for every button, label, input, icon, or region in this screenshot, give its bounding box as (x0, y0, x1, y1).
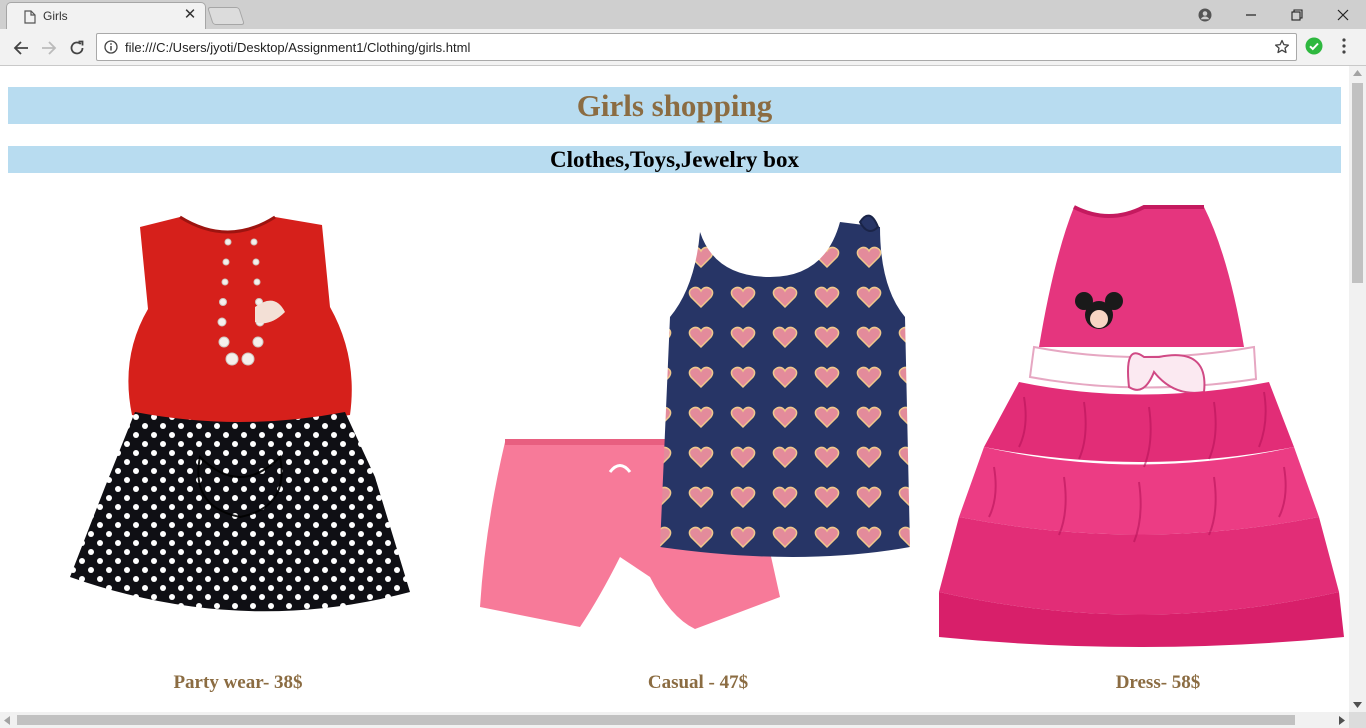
reload-icon (70, 40, 84, 55)
page-title: Girls shopping (8, 87, 1341, 124)
product-caption-dress: Dress- 58$ (1115, 672, 1201, 693)
scroll-right-arrow-icon[interactable] (1339, 716, 1345, 725)
product-caption-party-wear: Party wear- 38$ (173, 672, 303, 693)
close-window-button[interactable] (1320, 0, 1366, 29)
vertical-scroll-thumb[interactable] (1352, 83, 1363, 283)
scroll-left-arrow-icon[interactable] (4, 716, 10, 725)
address-bar[interactable]: file:///C:/Users/jyoti/Desktop/Assignmen… (96, 33, 1297, 61)
product-image-dress[interactable] (934, 197, 1349, 649)
new-tab-button[interactable] (207, 7, 245, 25)
vertical-scrollbar[interactable] (1349, 66, 1366, 712)
tab-strip: Girls ✕ (0, 0, 1366, 29)
forward-arrow-icon (42, 41, 57, 55)
browser-tab[interactable]: Girls ✕ (6, 2, 206, 29)
horizontal-scroll-thumb[interactable] (17, 715, 1295, 725)
forward-button[interactable] (37, 36, 61, 60)
profile-icon[interactable] (1182, 0, 1228, 29)
reload-button[interactable] (65, 36, 89, 60)
restore-button[interactable] (1274, 0, 1320, 29)
browser-toolbar: file:///C:/Users/jyoti/Desktop/Assignmen… (0, 29, 1366, 66)
product-image-party-wear[interactable] (60, 197, 420, 647)
minimize-button[interactable] (1228, 0, 1274, 29)
scrollbar-corner (1349, 712, 1366, 728)
close-tab-icon[interactable]: ✕ (183, 7, 197, 22)
info-icon[interactable] (104, 40, 118, 54)
bookmark-star-icon[interactable] (1274, 39, 1290, 55)
back-arrow-icon (13, 41, 28, 55)
page-subtitle: Clothes,Toys,Jewelry box (8, 146, 1341, 173)
back-button[interactable] (9, 36, 33, 60)
document-icon (24, 10, 36, 24)
product-image-casual[interactable] (470, 197, 930, 647)
scroll-up-arrow-icon[interactable] (1353, 70, 1362, 76)
extension-check-icon[interactable] (1305, 37, 1323, 55)
tab-title: Girls (43, 9, 68, 23)
horizontal-scrollbar[interactable] (0, 712, 1349, 728)
menu-kebab-icon[interactable] (1336, 37, 1352, 55)
url-text[interactable]: file:///C:/Users/jyoti/Desktop/Assignmen… (125, 40, 470, 55)
scroll-down-arrow-icon[interactable] (1353, 702, 1362, 708)
page-viewport: Girls shopping Clothes,Toys,Jewelry box (0, 66, 1349, 712)
product-caption-casual: Casual - 47$ (647, 672, 749, 693)
